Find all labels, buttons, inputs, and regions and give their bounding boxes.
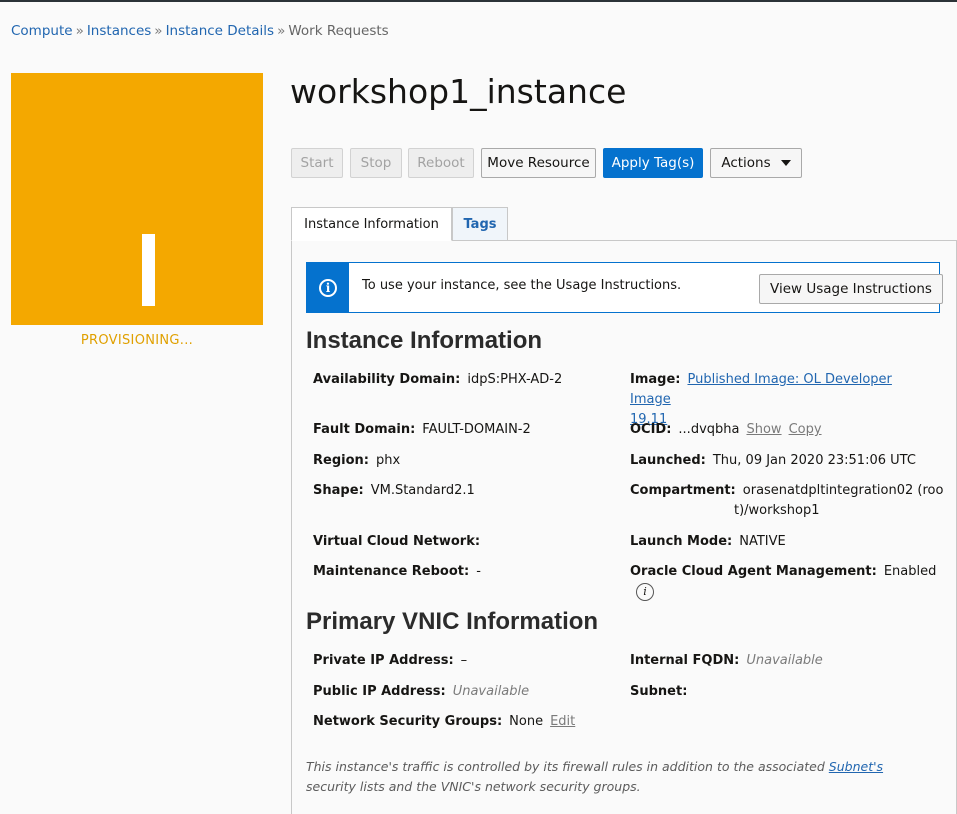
field-value: -: [476, 564, 481, 579]
field-label: Image:: [630, 372, 681, 387]
agent-management-field: Oracle Cloud Agent Management: Enabled i: [630, 562, 957, 602]
field-value: –: [460, 653, 468, 668]
breadcrumb-work-requests: Work Requests: [288, 23, 389, 39]
info-icon[interactable]: i: [636, 582, 654, 601]
breadcrumb-separator: »: [75, 23, 84, 39]
ocid-field: OCID: ...dvqbha Show Copy: [630, 420, 822, 440]
field-value: None: [509, 714, 544, 729]
fault-domain-field: Fault Domain: FAULT-DOMAIN-2: [313, 420, 531, 440]
top-border: [0, 0, 957, 2]
field-label: Oracle Cloud Agent Management:: [630, 564, 877, 579]
availability-domain-field: Availability Domain: idpS:PHX-AD-2: [313, 370, 562, 390]
field-label: Fault Domain:: [313, 422, 416, 437]
shape-field: Shape: VM.Standard2.1: [313, 481, 475, 501]
breadcrumb-compute[interactable]: Compute: [11, 23, 73, 39]
info-icon: i: [319, 278, 337, 297]
breadcrumb-separator: »: [154, 23, 163, 39]
field-label: Region:: [313, 453, 369, 468]
field-label: Public IP Address:: [313, 684, 446, 699]
notice-message: To use your instance, see the Usage Inst…: [362, 278, 682, 293]
field-value: NATIVE: [739, 534, 786, 549]
subnet-link[interactable]: Subnet's: [829, 759, 883, 774]
vcn-field: Virtual Cloud Network:: [313, 532, 487, 552]
private-ip-field: Private IP Address: –: [313, 651, 467, 671]
field-value: ...dvqbha: [678, 422, 740, 437]
public-ip-field: Public IP Address: Unavailable: [313, 682, 529, 702]
breadcrumb: Compute» Instances» Instance Details» Work …: [11, 23, 389, 39]
footnote-text: This instance's traffic is controlled by…: [306, 759, 829, 774]
actions-dropdown[interactable]: Actions: [710, 148, 802, 178]
field-label: Launched:: [630, 453, 706, 468]
instance-status-tile: [11, 73, 263, 325]
nsg-field: Network Security Groups: None Edit: [313, 712, 575, 732]
field-value: VM.Standard2.1: [370, 483, 475, 498]
subnet-field: Subnet:: [630, 682, 694, 702]
move-resource-button[interactable]: Move Resource: [481, 148, 596, 178]
view-usage-instructions-button[interactable]: View Usage Instructions: [759, 274, 943, 304]
field-label: Availability Domain:: [313, 372, 461, 387]
primary-vnic-heading: Primary VNIC Information: [306, 608, 599, 635]
stop-button[interactable]: Stop: [350, 148, 402, 178]
instance-letter-glyph: [142, 234, 155, 306]
ocid-show-link[interactable]: Show: [746, 422, 781, 437]
field-value: idpS:PHX-AD-2: [467, 372, 563, 387]
apply-tags-button[interactable]: Apply Tag(s): [603, 148, 703, 178]
field-label: Subnet:: [630, 684, 688, 699]
field-label: Maintenance Reboot:: [313, 564, 470, 579]
usage-notice: i To use your instance, see the Usage In…: [306, 262, 943, 313]
reboot-button[interactable]: Reboot: [408, 148, 474, 178]
compartment-field-continued: t)/workshop1: [734, 501, 820, 521]
field-value: t)/workshop1: [734, 503, 820, 518]
field-label: OCID:: [630, 422, 672, 437]
field-label: Internal FQDN:: [630, 653, 740, 668]
field-value: phx: [375, 453, 401, 468]
tab-instance-information[interactable]: Instance Information: [291, 207, 452, 241]
field-label: Launch Mode:: [630, 534, 733, 549]
field-value: Unavailable: [746, 653, 823, 668]
field-label: Network Security Groups:: [313, 714, 503, 729]
launch-mode-field: Launch Mode: NATIVE: [630, 532, 786, 552]
breadcrumb-instance-details[interactable]: Instance Details: [166, 23, 275, 39]
region-field: Region: phx: [313, 451, 400, 471]
instance-status-label: PROVISIONING...: [80, 333, 194, 348]
field-value: FAULT-DOMAIN-2: [422, 422, 531, 437]
start-button[interactable]: Start: [291, 148, 343, 178]
compartment-field: Compartment: orasenatdpltintegration02 (r…: [630, 481, 943, 501]
caret-down-icon: [780, 160, 791, 166]
field-label: Virtual Cloud Network:: [313, 534, 481, 549]
maintenance-reboot-field: Maintenance Reboot: -: [313, 562, 481, 582]
field-label: Private IP Address:: [313, 653, 454, 668]
instance-information-heading: Instance Information: [306, 327, 543, 354]
field-label: Compartment:: [630, 483, 736, 498]
breadcrumb-separator: »: [277, 23, 286, 39]
field-value: Thu, 09 Jan 2020 23:51:06 UTC: [712, 453, 916, 468]
field-value: Unavailable: [452, 684, 530, 699]
page-title: workshop1_instance: [290, 72, 627, 111]
ocid-copy-link[interactable]: Copy: [789, 422, 822, 437]
tab-tags[interactable]: Tags: [452, 207, 508, 240]
internal-fqdn-field: Internal FQDN: Unavailable: [630, 651, 823, 671]
field-label: Shape:: [313, 483, 364, 498]
footnote-text-end: security lists and the VNIC's network se…: [306, 779, 641, 794]
field-value: orasenatdpltintegration02 (roo: [742, 483, 944, 498]
notice-icon-box: i: [307, 263, 349, 312]
actions-label: Actions: [721, 155, 771, 171]
nsg-edit-link[interactable]: Edit: [550, 714, 575, 729]
traffic-footnote: This instance's traffic is controlled by…: [306, 757, 926, 797]
field-value: Enabled: [883, 564, 937, 579]
breadcrumb-instances[interactable]: Instances: [87, 23, 151, 39]
launched-field: Launched: Thu, 09 Jan 2020 23:51:06 UTC: [630, 451, 916, 471]
